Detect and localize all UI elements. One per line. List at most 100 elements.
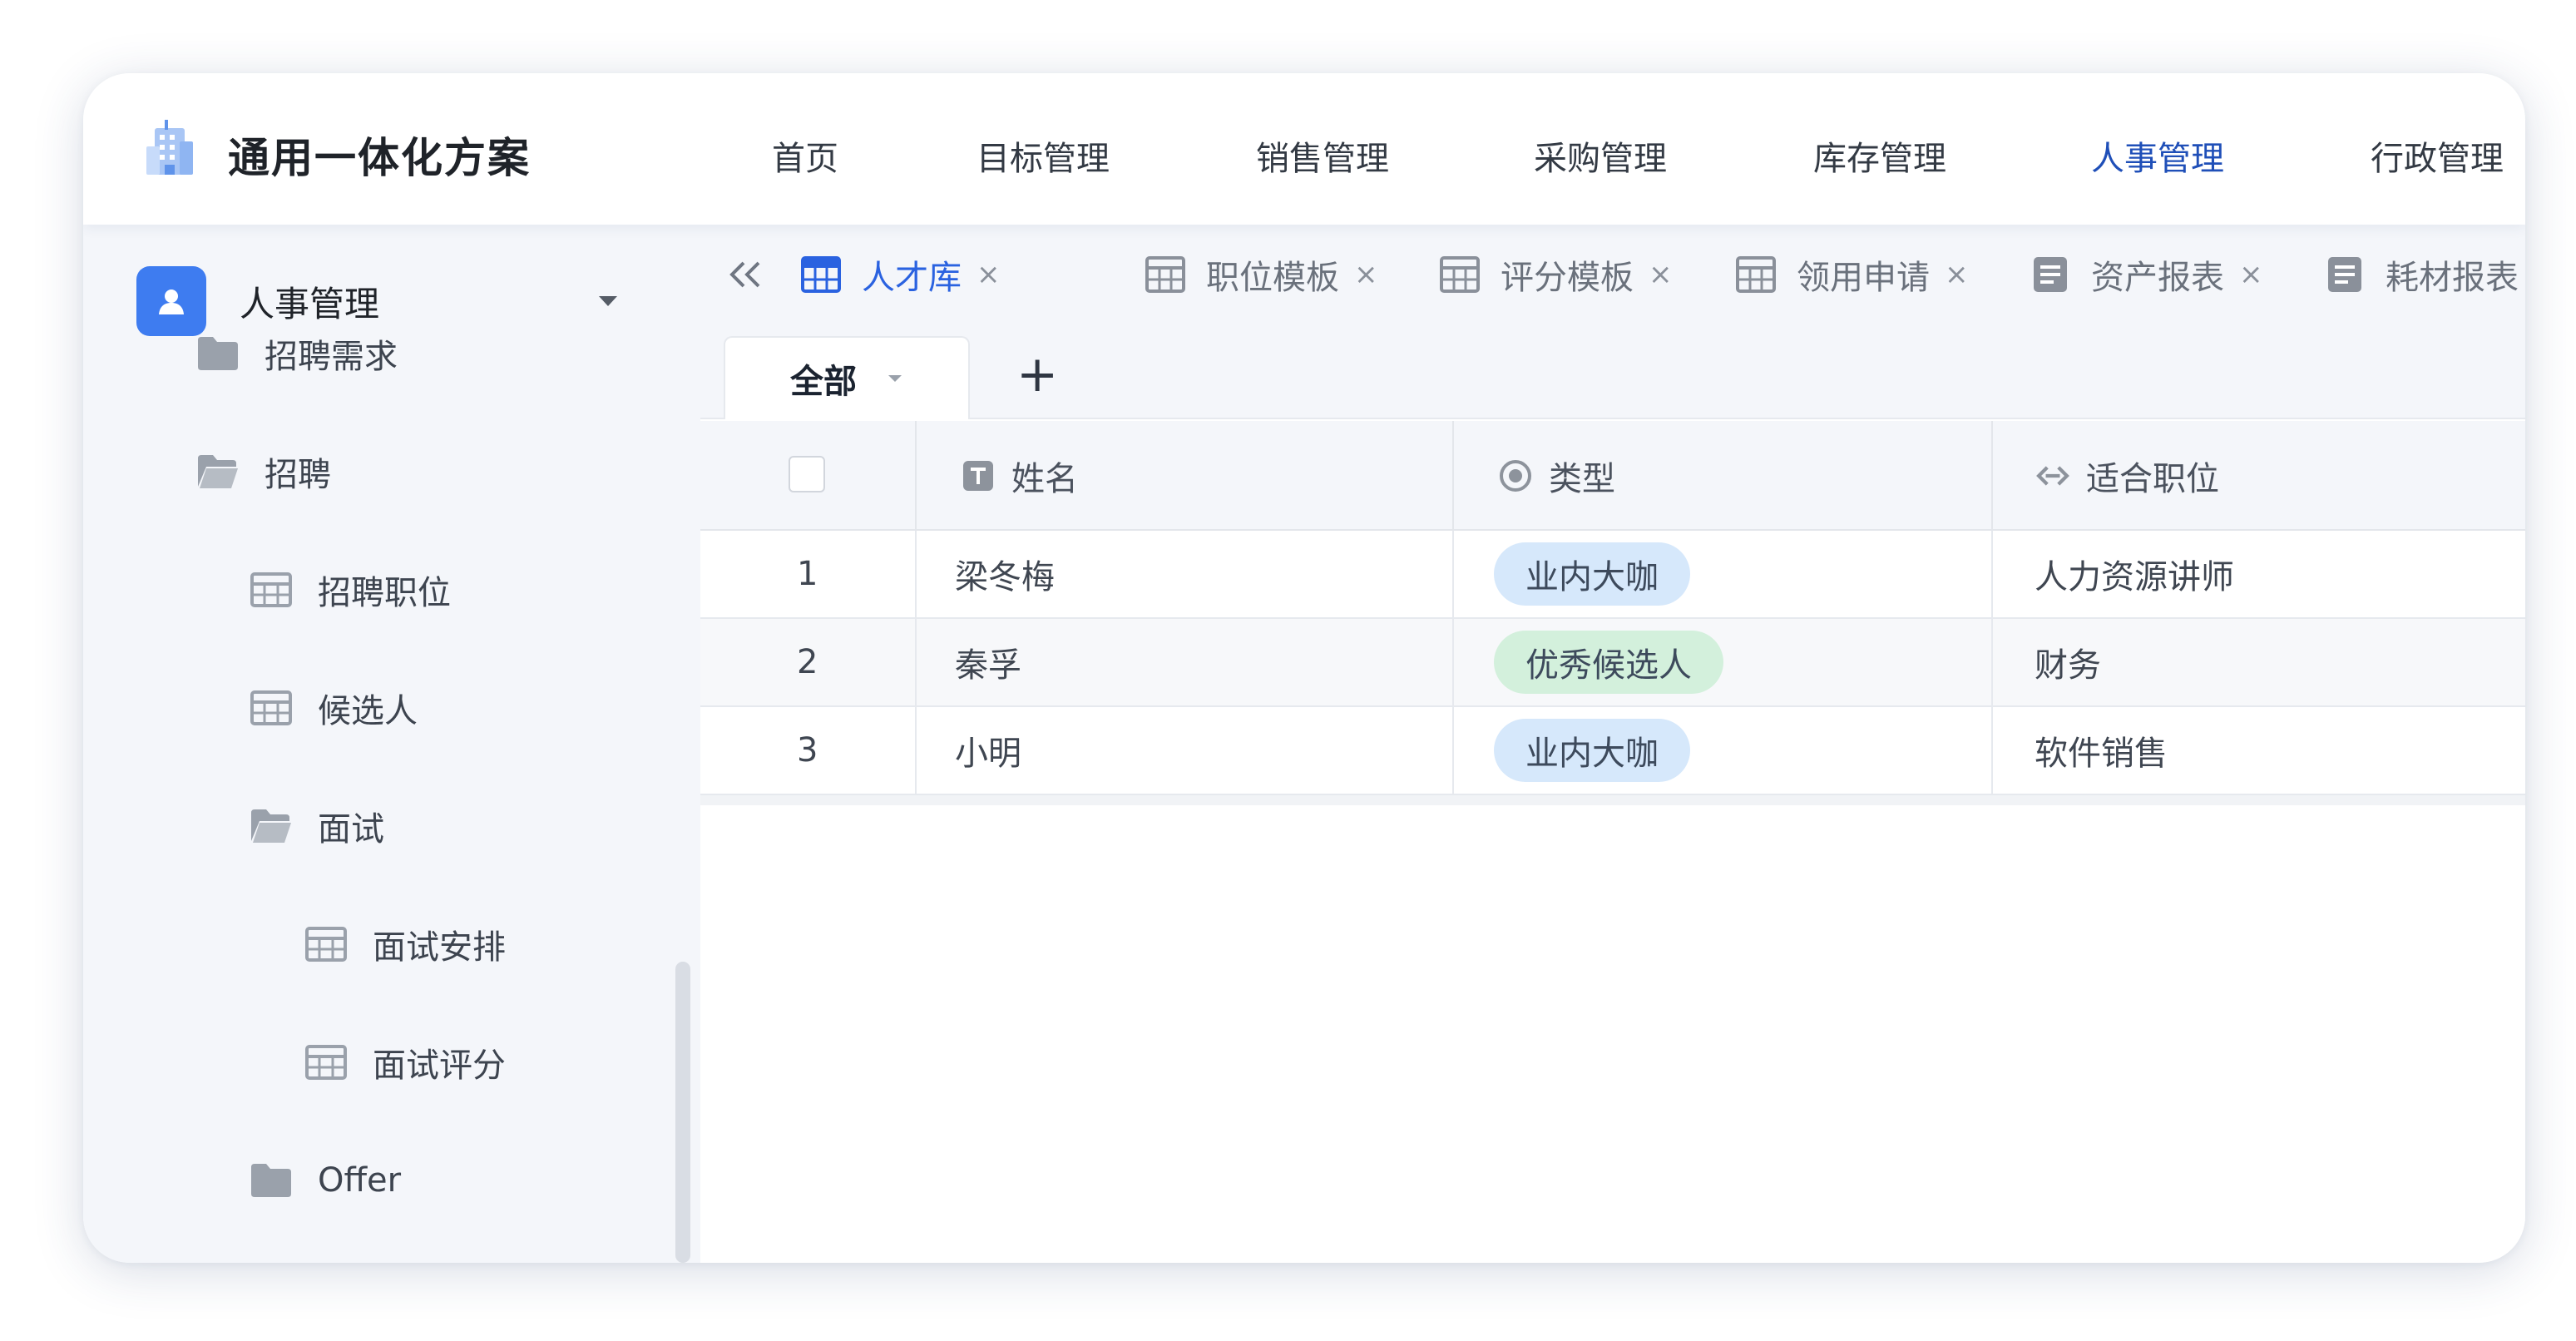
tab-label: 人才库 [862, 259, 962, 297]
view-tab-label: 全部 [790, 363, 857, 401]
caret-down-icon[interactable] [887, 374, 903, 383]
report-icon [2328, 257, 2361, 292]
sidebar-item-interview-score[interactable]: 面试评分 [304, 1033, 506, 1091]
table-icon [1736, 256, 1776, 293]
nav-item-sales[interactable]: 销售管理 [1256, 131, 1389, 180]
sidebar-item-candidates[interactable]: 候选人 [250, 679, 418, 737]
table-icon [1145, 256, 1185, 293]
table-icon [1440, 256, 1480, 293]
sidebar: 人事管理 招聘需求 招聘 招聘职位 候选人 面试 面试安排 面试评分 Offer [83, 225, 700, 1263]
main-panel: 人才库 × 职位模板 × 评分模板 × 领用申请 × 资产报表 × 耗材报表 全… [700, 225, 2525, 1263]
tab-requisition[interactable]: 领用申请 × [1735, 253, 1969, 297]
link-field-icon [2036, 466, 2069, 486]
tab-score-template[interactable]: 评分模板 × [1439, 253, 1673, 297]
cell-type[interactable]: 业内大咖 [1452, 531, 1991, 617]
top-nav: 首页 目标管理 销售管理 采购管理 库存管理 人事管理 行政管理 [83, 131, 2525, 181]
sidebar-root-label: 人事管理 [240, 283, 380, 324]
table-row[interactable]: 2 秦孚 优秀候选人 财务 [700, 619, 2525, 707]
column-header-position[interactable]: 适合职位 [1991, 421, 2525, 531]
sidebar-item-label: 面试评分 [373, 1047, 506, 1085]
folder-icon [198, 337, 238, 370]
text-field-icon [963, 461, 993, 491]
table-icon [250, 690, 292, 725]
add-view-button[interactable]: + [1016, 349, 1058, 399]
type-tag: 业内大咖 [1494, 542, 1690, 606]
tab-asset-report[interactable]: 资产报表 × [2030, 253, 2263, 297]
sidebar-item-label: Offer [318, 1161, 402, 1200]
type-tag: 优秀候选人 [1494, 631, 1723, 694]
table-icon [801, 256, 841, 293]
table-row[interactable]: 3 小明 业内大咖 软件销售 [700, 707, 2525, 795]
tab-consumable-report[interactable]: 耗材报表 × [2324, 253, 2525, 297]
sidebar-item-label: 面试 [318, 810, 384, 849]
column-header-name[interactable]: 姓名 [915, 421, 1452, 531]
column-header-label: 姓名 [1011, 460, 1078, 498]
table-icon [305, 927, 347, 962]
table-icon [305, 1045, 347, 1080]
close-icon[interactable]: × [1649, 258, 1673, 291]
sidebar-item-offer[interactable]: Offer [250, 1151, 401, 1210]
sidebar-item-label: 候选人 [318, 692, 418, 730]
table-icon [250, 572, 292, 607]
column-header-label: 适合职位 [2086, 460, 2219, 498]
cell-name[interactable]: 秦孚 [915, 619, 1452, 705]
sidebar-item-label: 招聘 [265, 456, 331, 494]
cell-position[interactable]: 人力资源讲师 [1991, 531, 2525, 617]
nav-item-purchase[interactable]: 采购管理 [1534, 131, 1667, 180]
app-window: 通用一体化方案 首页 目标管理 销售管理 采购管理 库存管理 人事管理 行政管理… [83, 73, 2525, 1263]
data-table: 姓名 类型 适合职位 1 梁冬梅 业内大咖 人力资源讲师 2 秦孚 优秀候选人 … [700, 421, 2525, 805]
nav-item-admin[interactable]: 行政管理 [2371, 131, 2504, 180]
cell-name[interactable]: 小明 [915, 707, 1452, 794]
caret-down-icon[interactable] [597, 294, 619, 308]
views-bar: 全部 + [700, 324, 2525, 419]
view-tab-all[interactable]: 全部 [724, 336, 970, 419]
tab-label: 领用申请 [1797, 259, 1930, 297]
table-header: 姓名 类型 适合职位 [700, 421, 2525, 531]
tab-talent-pool[interactable]: 人才库 × [800, 253, 1001, 297]
close-icon[interactable]: × [977, 258, 1001, 291]
table-row[interactable]: 1 梁冬梅 业内大咖 人力资源讲师 [700, 531, 2525, 619]
single-select-icon [1500, 460, 1531, 492]
nav-item-goals[interactable]: 目标管理 [977, 131, 1110, 180]
sidebar-item-interview[interactable]: 面试 [250, 797, 384, 855]
sidebar-item-label: 招聘需求 [265, 338, 398, 376]
cell-position[interactable]: 软件销售 [1991, 707, 2525, 794]
nav-item-home[interactable]: 首页 [772, 131, 838, 180]
cell-name[interactable]: 梁冬梅 [915, 531, 1452, 617]
tab-label: 资产报表 [2091, 259, 2224, 297]
cell-type[interactable]: 业内大咖 [1452, 707, 1991, 794]
table-footer-divider [700, 795, 2525, 805]
tab-label: 耗材报表 [2386, 259, 2519, 297]
sidebar-scrollbar[interactable] [675, 962, 690, 1263]
close-icon[interactable]: × [1945, 258, 1969, 291]
row-index: 3 [797, 731, 818, 769]
column-header-type[interactable]: 类型 [1452, 421, 1991, 531]
tab-label: 评分模板 [1501, 259, 1634, 297]
cell-position[interactable]: 财务 [1991, 619, 2525, 705]
tab-label: 职位模板 [1206, 259, 1339, 297]
tab-position-template[interactable]: 职位模板 × [1145, 253, 1378, 297]
tabs-bar: 人才库 × 职位模板 × 评分模板 × 领用申请 × 资产报表 × 耗材报表 [700, 225, 2525, 324]
sidebar-item-recruit-positions[interactable]: 招聘职位 [250, 561, 451, 619]
folder-open-icon [251, 809, 291, 843]
sidebar-item-recruit[interactable]: 招聘 [196, 443, 331, 501]
select-all-checkbox[interactable] [789, 456, 825, 492]
report-icon [2034, 257, 2067, 292]
folder-open-icon [198, 455, 238, 488]
sidebar-item-label: 招聘职位 [318, 574, 451, 612]
sidebar-item-label: 面试安排 [373, 928, 506, 967]
nav-item-hr[interactable]: 人事管理 [2091, 131, 2224, 180]
row-index: 1 [797, 555, 818, 593]
close-icon[interactable]: × [2239, 258, 2263, 291]
double-chevron-left-icon[interactable] [725, 258, 765, 291]
nav-item-inventory[interactable]: 库存管理 [1813, 131, 1946, 180]
type-tag: 业内大咖 [1494, 719, 1690, 782]
top-bar: 通用一体化方案 首页 目标管理 销售管理 采购管理 库存管理 人事管理 行政管理 [83, 73, 2525, 225]
row-index: 2 [797, 643, 818, 681]
cell-type[interactable]: 优秀候选人 [1452, 619, 1991, 705]
close-icon[interactable]: × [1354, 258, 1378, 291]
folder-icon [251, 1164, 291, 1197]
sidebar-item-interview-schedule[interactable]: 面试安排 [304, 915, 506, 973]
column-header-label: 类型 [1549, 460, 1615, 498]
sidebar-item-recruit-needs[interactable]: 招聘需求 [196, 324, 398, 383]
